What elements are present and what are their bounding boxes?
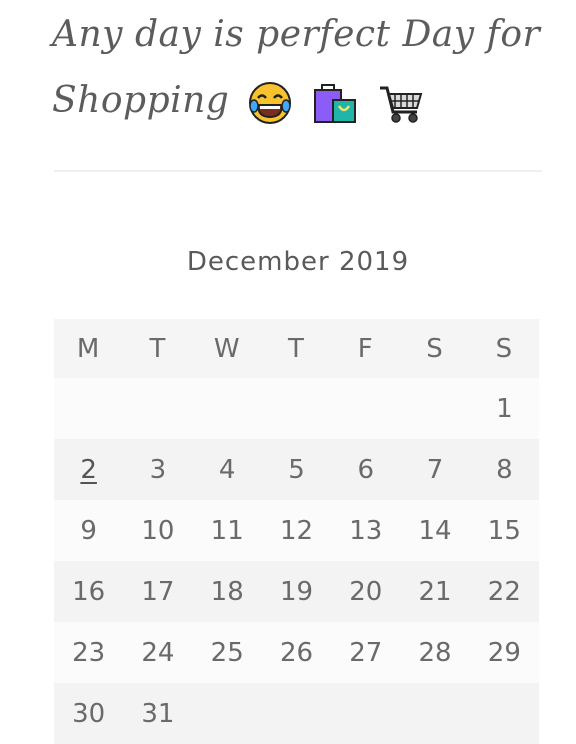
calendar-day: 28 <box>400 622 470 683</box>
calendar-day: 18 <box>192 561 262 622</box>
calendar-week-row: 2 3 4 5 6 7 8 <box>54 439 539 500</box>
weekday-header: F <box>331 319 401 378</box>
calendar-day <box>54 378 124 439</box>
calendar-day <box>123 378 193 439</box>
calendar-day: 5 <box>261 439 332 500</box>
calendar-day: 17 <box>123 561 193 622</box>
calendar-day: 31 <box>123 683 193 744</box>
calendar-day: 23 <box>54 622 124 683</box>
calendar-day: 16 <box>54 561 124 622</box>
calendar-day <box>400 378 470 439</box>
calendar-day: 14 <box>400 500 470 561</box>
calendar-day: 27 <box>331 622 401 683</box>
weekday-header: T <box>261 319 332 378</box>
calendar-day <box>261 378 332 439</box>
calendar-day: 11 <box>192 500 262 561</box>
weekday-header: W <box>192 319 262 378</box>
calendar-day <box>192 683 262 744</box>
weekday-header: M <box>54 319 124 378</box>
calendar-week-row: 23 24 25 26 27 28 29 <box>54 622 539 683</box>
calendar-day <box>331 378 401 439</box>
calendar-week-row: 16 17 18 19 20 21 22 <box>54 561 539 622</box>
calendar-day: 12 <box>261 500 332 561</box>
weekday-header: T <box>123 319 193 378</box>
calendar-week-row: 30 31 <box>54 683 539 744</box>
calendar-day: 19 <box>261 561 332 622</box>
calendar-day: 13 <box>331 500 401 561</box>
calendar-day: 1 <box>469 378 539 439</box>
title-line-1: Any day is perfect Day for <box>52 14 541 55</box>
weekday-header-row: M T W T F S S <box>54 319 539 378</box>
calendar-day: 7 <box>400 439 470 500</box>
calendar-day <box>331 683 401 744</box>
calendar-day: 26 <box>261 622 332 683</box>
weekday-header: S <box>469 319 539 378</box>
calendar-week-row: 1 <box>54 378 539 439</box>
calendar-day: 3 <box>123 439 193 500</box>
calendar-day: 21 <box>400 561 470 622</box>
calendar-day: 24 <box>123 622 193 683</box>
shopping-bags-emoji-icon <box>311 80 359 126</box>
calendar-table: M T W T F S S 1 2 3 4 5 6 7 8 9 10 11 12… <box>54 319 539 744</box>
calendar-day <box>469 683 539 744</box>
calendar-day: 29 <box>469 622 539 683</box>
calendar-caption: December 2019 <box>186 247 410 277</box>
section-divider <box>54 170 542 172</box>
calendar-day-link[interactable]: 2 <box>80 455 97 485</box>
calendar-week-row: 9 10 11 12 13 14 15 <box>54 500 539 561</box>
shopping-cart-emoji-icon <box>377 80 425 126</box>
title-line-2-text: Shopping <box>52 80 230 121</box>
title-line-2: Shopping <box>52 68 552 134</box>
calendar-day <box>261 683 332 744</box>
laughing-tears-emoji-icon <box>247 80 293 126</box>
calendar-day <box>192 378 262 439</box>
calendar-day: 15 <box>469 500 539 561</box>
calendar-day: 30 <box>54 683 124 744</box>
calendar-day: 22 <box>469 561 539 622</box>
calendar-day: 4 <box>192 439 262 500</box>
calendar-day: 2 <box>54 439 124 500</box>
calendar-day: 8 <box>469 439 539 500</box>
calendar-day: 20 <box>331 561 401 622</box>
calendar-day: 25 <box>192 622 262 683</box>
page-title: Any day is perfect Day for Shopping <box>52 2 552 134</box>
calendar-day: 10 <box>123 500 193 561</box>
weekday-header: S <box>400 319 470 378</box>
calendar-day: 9 <box>54 500 124 561</box>
calendar-day: 6 <box>331 439 401 500</box>
calendar-day <box>400 683 470 744</box>
